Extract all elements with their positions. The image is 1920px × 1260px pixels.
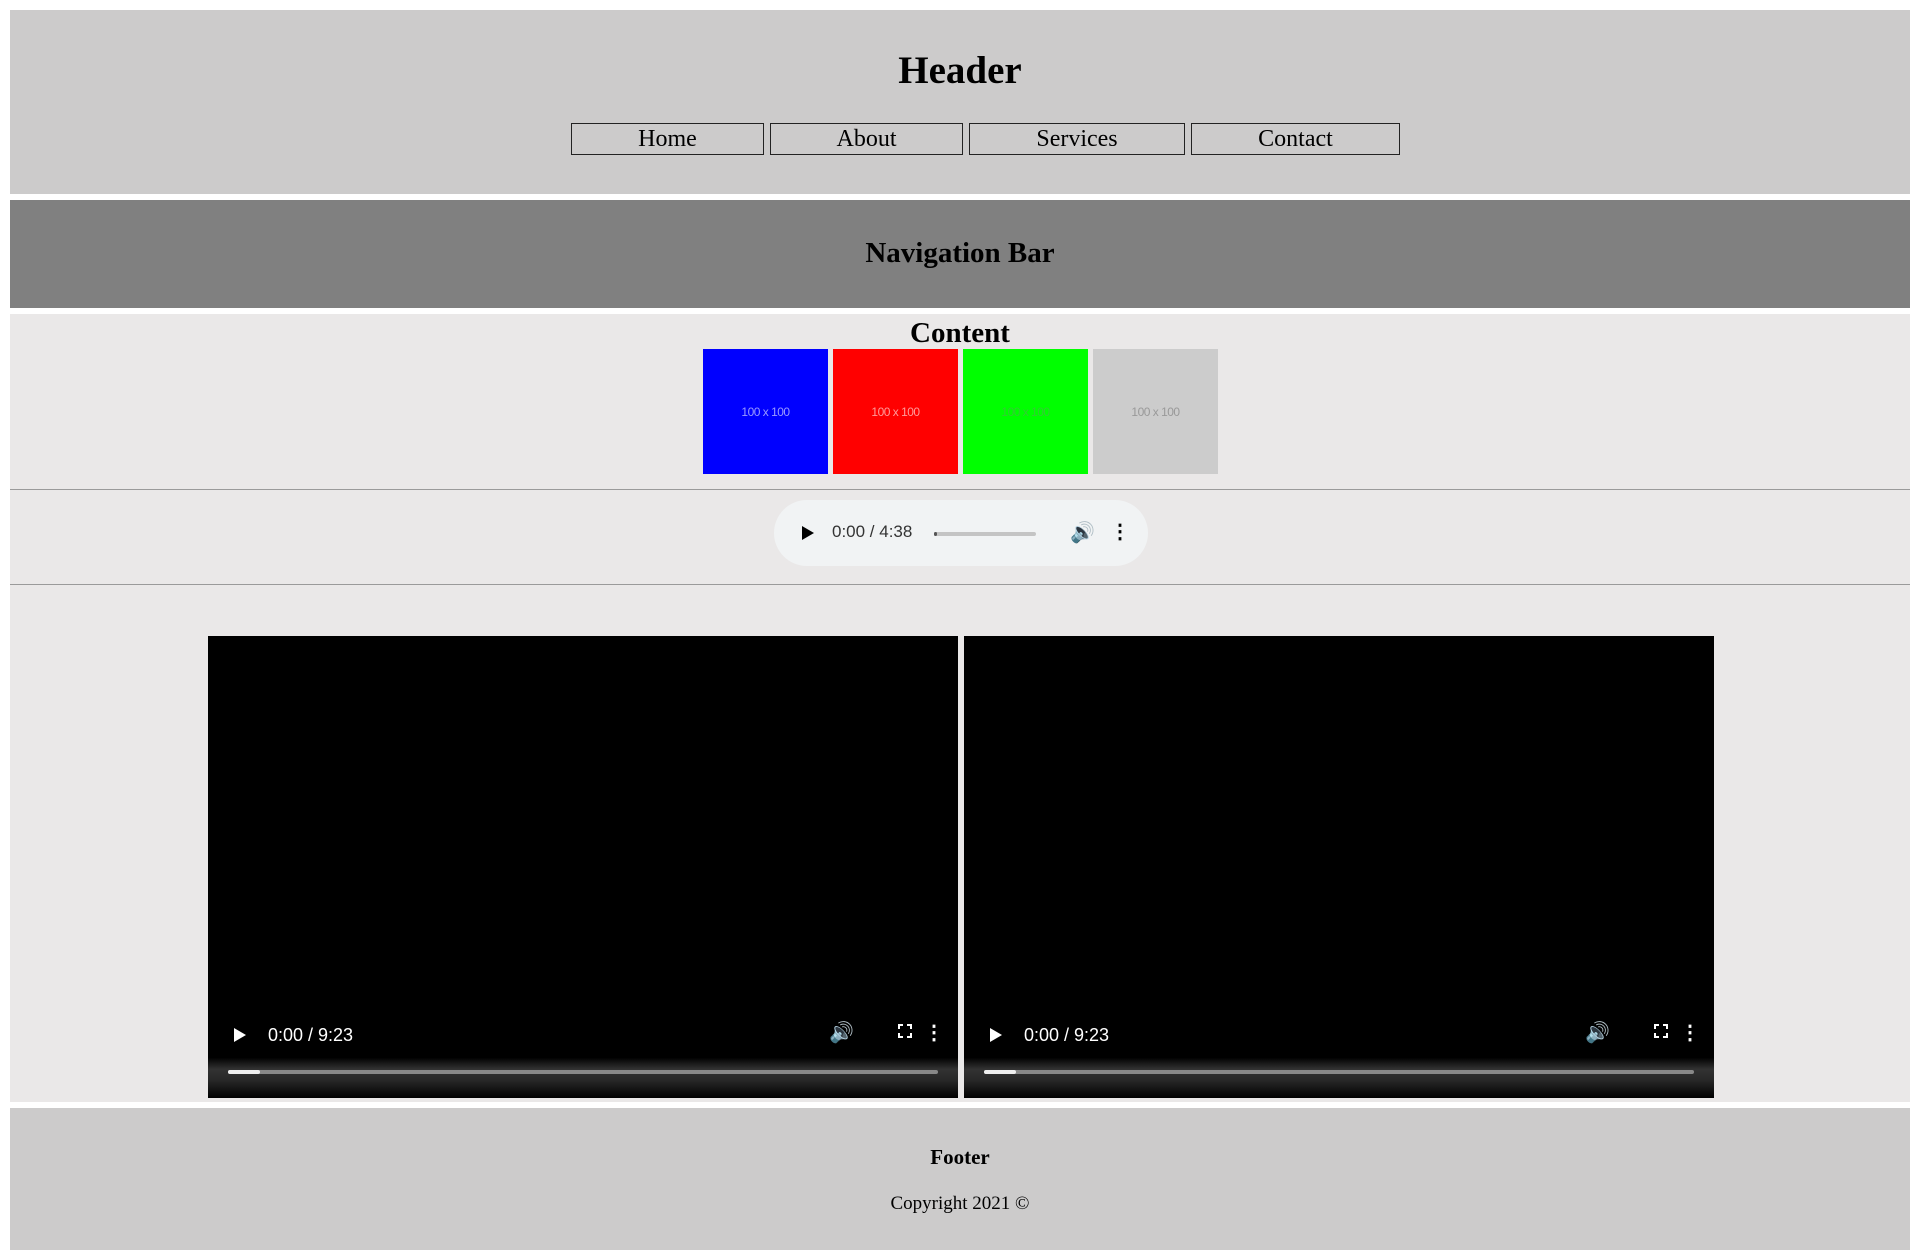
nav-contact-link[interactable]: Contact <box>1191 123 1400 155</box>
nav-services-link[interactable]: Services <box>969 123 1185 155</box>
more-options-icon[interactable]: ⋮ <box>924 1023 944 1043</box>
thumbnail-red: 100 x 100 <box>833 349 958 474</box>
page: Header Home About Services Contact Navig… <box>10 10 1910 1250</box>
content-title: Content <box>910 317 1010 349</box>
navigation-bar: Navigation Bar <box>10 200 1910 308</box>
play-icon[interactable] <box>990 1028 1002 1042</box>
thumbnail-green: 100 x 100 <box>963 349 1088 474</box>
video-seek-bar[interactable] <box>984 1070 1694 1074</box>
video-time: 0:00 / 9:23 <box>1024 1025 1110 1045</box>
more-options-icon[interactable]: ⋮ <box>1110 522 1130 542</box>
audio-time: 0:00 / 4:38 <box>832 522 913 541</box>
divider-top <box>10 489 1910 490</box>
footer: Footer Copyright 2021 © <box>10 1108 1910 1250</box>
header: Header Home About Services Contact <box>10 10 1910 194</box>
thumbnail-row: 100 x 100 100 x 100 100 x 100 100 x 100 <box>703 349 1218 474</box>
more-options-icon[interactable]: ⋮ <box>1680 1023 1700 1043</box>
video-seek-bar[interactable] <box>228 1070 938 1074</box>
nav-about-link[interactable]: About <box>770 123 963 155</box>
content-section: Content 100 x 100 100 x 100 100 x 100 10… <box>10 314 1910 1102</box>
thumbnail-grey: 100 x 100 <box>1093 349 1218 474</box>
nav-home-link[interactable]: Home <box>571 123 764 155</box>
play-icon[interactable] <box>234 1028 246 1042</box>
video-time: 0:00 / 9:23 <box>268 1025 354 1045</box>
play-icon[interactable] <box>802 526 814 540</box>
fullscreen-icon[interactable] <box>1653 1023 1669 1039</box>
video-controls: 0:00 / 9:23 🔊 ⋮ <box>964 1008 1714 1098</box>
fullscreen-icon[interactable] <box>897 1023 913 1039</box>
video-player-1[interactable]: 0:00 / 9:23 🔊 ⋮ <box>208 636 958 1098</box>
copyright-text: Copyright 2021 © <box>890 1193 1030 1214</box>
video-player-2[interactable]: 0:00 / 9:23 🔊 ⋮ <box>964 636 1714 1098</box>
video-row: 0:00 / 9:23 🔊 ⋮ 0:00 / 9:23 🔊 ⋮ <box>208 636 1714 1098</box>
thumbnail-blue: 100 x 100 <box>703 349 828 474</box>
navigation-bar-title: Navigation Bar <box>865 237 1055 269</box>
divider-bottom <box>10 584 1910 585</box>
volume-icon[interactable]: 🔊 <box>1070 523 1095 543</box>
audio-player[interactable]: 0:00 / 4:38 🔊 ⋮ <box>774 500 1148 566</box>
top-nav: Home About Services Contact <box>571 123 1400 155</box>
audio-seek-bar[interactable] <box>934 532 1036 536</box>
video-controls: 0:00 / 9:23 🔊 ⋮ <box>208 1008 958 1098</box>
volume-icon[interactable]: 🔊 <box>829 1023 854 1043</box>
footer-title: Footer <box>930 1145 990 1169</box>
header-title: Header <box>898 49 1022 92</box>
volume-icon[interactable]: 🔊 <box>1585 1023 1610 1043</box>
